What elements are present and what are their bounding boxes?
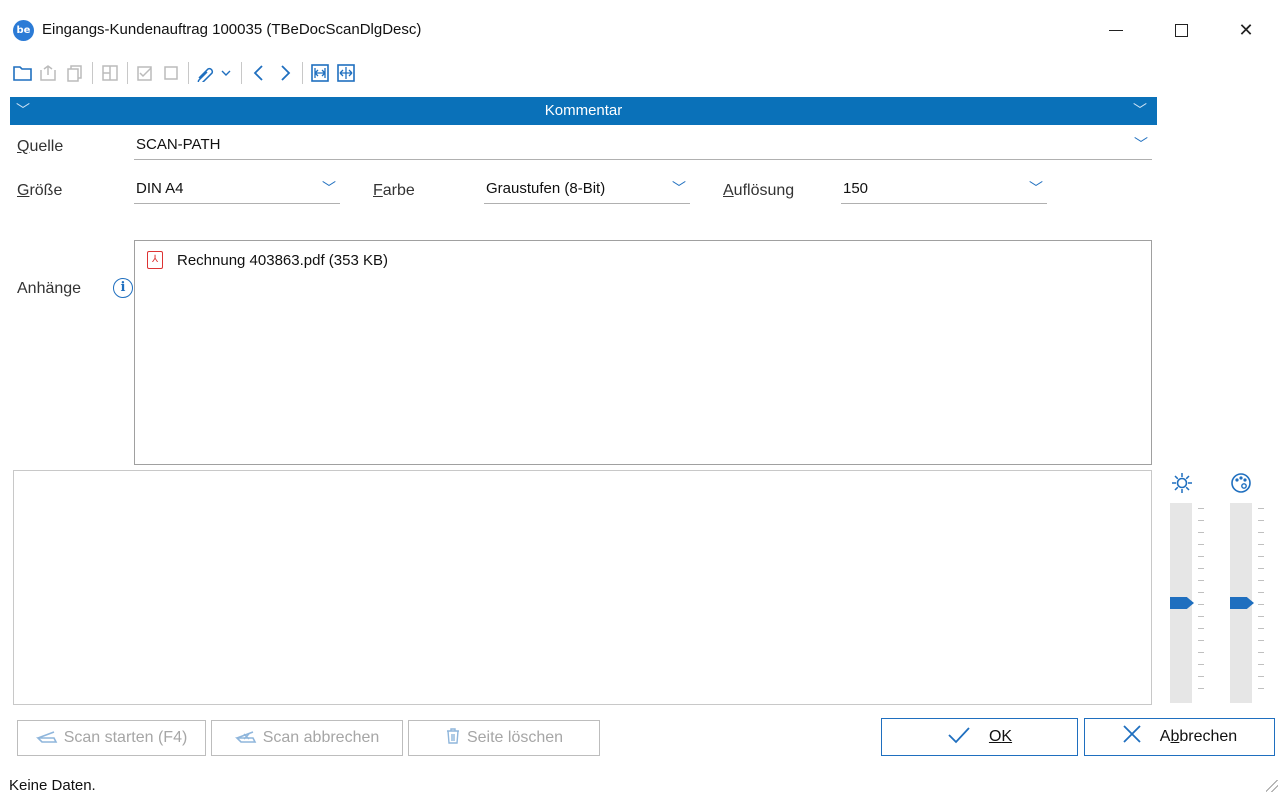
pdf-file-icon: ⅄: [147, 251, 163, 269]
chevron-down-icon[interactable]: ﹀: [672, 178, 686, 198]
palette-icon: [1230, 472, 1252, 500]
minimize-button[interactable]: [1093, 10, 1139, 50]
fit-width-icon[interactable]: [307, 59, 333, 87]
source-select[interactable]: SCAN-PATH ﹀: [134, 134, 1152, 160]
minimize-icon: [1109, 29, 1123, 31]
checkbox-checked-icon[interactable]: [132, 59, 158, 87]
chevron-down-icon[interactable]: ﹀: [1029, 178, 1043, 198]
chevron-right-icon[interactable]: [272, 59, 298, 87]
paperclip-icon[interactable]: [193, 59, 237, 87]
delete-page-label: Seite löschen: [466, 729, 564, 746]
scan-cancel-label: Scan abbrechen: [262, 729, 380, 746]
page-split-icon[interactable]: [97, 59, 123, 87]
chevron-down-icon[interactable]: ﹀: [322, 178, 336, 198]
toolbar-separator: [302, 62, 303, 84]
title-bar: be Eingangs-Kundenauftrag 100035 (TBeDoc…: [0, 0, 1282, 52]
section-title: Kommentar: [544, 102, 623, 119]
fit-page-icon[interactable]: [333, 59, 359, 87]
chevron-left-icon[interactable]: [246, 59, 272, 87]
toolbar-separator: [92, 62, 93, 84]
attachments-list[interactable]: ⅄ Rechnung 403863.pdf (353 KB): [134, 240, 1152, 465]
toolbar-separator: [241, 62, 242, 84]
chevron-down-icon[interactable]: ﹀: [1133, 100, 1147, 120]
scan-start-label: Scan starten (F4): [63, 729, 188, 746]
close-button[interactable]: ✕: [1223, 10, 1269, 50]
ok-label: OK: [988, 728, 1013, 745]
scanner-icon: [35, 728, 58, 749]
copy-icon[interactable]: [62, 59, 88, 87]
comment-section-header[interactable]: ﹀ Kommentar ﹀: [10, 97, 1157, 125]
color-value: Graustufen (8-Bit): [486, 180, 606, 197]
maximize-icon: [1174, 23, 1188, 37]
ok-button[interactable]: OK: [881, 718, 1078, 756]
export-icon[interactable]: [36, 59, 62, 87]
attachments-label: Anhänge: [17, 280, 82, 297]
toolbar: [10, 58, 359, 88]
scan-start-button[interactable]: Scan starten (F4): [17, 720, 206, 756]
resolution-select[interactable]: 150 ﹀: [841, 178, 1047, 204]
delete-page-button[interactable]: Seite löschen: [408, 720, 600, 756]
brightness-icon: [1171, 472, 1193, 500]
close-icon: ✕: [1238, 19, 1254, 40]
size-value: DIN A4: [136, 180, 184, 197]
size-select[interactable]: DIN A4 ﹀: [134, 178, 340, 204]
chevron-down-icon[interactable]: ﹀: [1134, 134, 1148, 154]
toolbar-separator: [127, 62, 128, 84]
toolbar-separator: [188, 62, 189, 84]
color-label: Farbe: [373, 182, 415, 199]
size-label: Größe: [17, 182, 63, 199]
attachment-name: Rechnung 403863.pdf (353 KB): [177, 251, 388, 269]
resolution-value: 150: [843, 180, 869, 197]
checkmark-icon: [947, 724, 971, 750]
window-title: Eingangs-Kundenauftrag 100035 (TBeDocSca…: [42, 21, 422, 38]
close-icon: [1122, 724, 1142, 750]
resolution-label: Auflösung: [723, 182, 795, 199]
maximize-button[interactable]: [1158, 10, 1204, 50]
checkbox-empty-icon[interactable]: [158, 59, 184, 87]
source-label: Quelle: [17, 138, 64, 155]
scan-cancel-button[interactable]: Scan abbrechen: [211, 720, 403, 756]
trash-icon: [445, 727, 461, 750]
contrast-slider-ticks: [1258, 508, 1264, 708]
folder-open-icon[interactable]: [10, 59, 36, 87]
brightness-slider-ticks: [1198, 508, 1204, 708]
cancel-button[interactable]: Abbrechen: [1084, 718, 1275, 756]
app-logo-icon: be: [13, 20, 34, 41]
list-item[interactable]: ⅄ Rechnung 403863.pdf (353 KB): [147, 251, 388, 269]
info-icon[interactable]: i: [113, 278, 133, 298]
source-value: SCAN-PATH: [136, 136, 221, 153]
color-select[interactable]: Graustufen (8-Bit) ﹀: [484, 178, 690, 204]
resize-grip-icon[interactable]: [1266, 780, 1278, 792]
status-text: Keine Daten.: [9, 777, 96, 794]
scan-preview-area[interactable]: [13, 470, 1152, 705]
scanner-cancel-icon: [234, 728, 257, 749]
cancel-label: Abbrechen: [1159, 728, 1238, 745]
